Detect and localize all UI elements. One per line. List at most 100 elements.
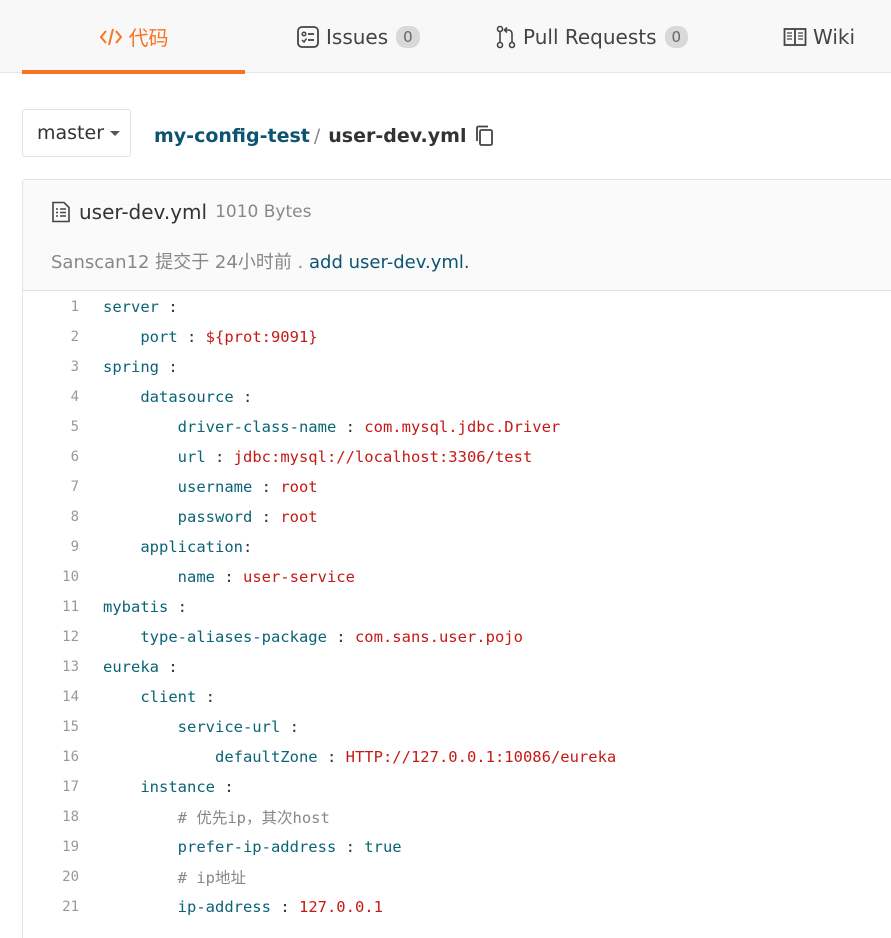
- tab-pull-requests[interactable]: Pull Requests 0: [495, 0, 689, 73]
- yaml-value: root: [280, 478, 318, 496]
- line-content: username : root: [79, 478, 318, 496]
- copy-icon[interactable]: [474, 124, 496, 148]
- active-tab-indicator: [22, 70, 245, 74]
- line-number[interactable]: 3: [23, 359, 79, 375]
- yaml-separator: :: [159, 658, 178, 676]
- yaml-separator: :: [270, 898, 299, 916]
- line-number[interactable]: 10: [23, 569, 79, 585]
- line-number[interactable]: 6: [23, 449, 79, 465]
- yaml-value: root: [280, 508, 318, 526]
- code-icon: [99, 26, 123, 48]
- yaml-key: type-aliases-package: [140, 628, 327, 646]
- line-content: url : jdbc:mysql://localhost:3306/test: [79, 448, 533, 466]
- code-comment: # ip地址: [177, 869, 246, 887]
- line-number[interactable]: 2: [23, 329, 79, 345]
- line-number[interactable]: 13: [23, 659, 79, 675]
- breadcrumb: my-config-test / user-dev.yml: [154, 118, 496, 154]
- yaml-key: driver-class-name: [177, 418, 337, 436]
- commit-message-link[interactable]: add user-dev.yml.: [309, 252, 470, 273]
- line-number[interactable]: 7: [23, 479, 79, 495]
- yaml-key: ip-address: [177, 898, 271, 916]
- line-content: server :: [79, 298, 178, 316]
- line-content: datasource :: [79, 388, 252, 406]
- yaml-separator: :: [252, 478, 281, 496]
- code-line: 6 url : jdbc:mysql://localhost:3306/test: [23, 442, 891, 472]
- line-number[interactable]: 18: [23, 809, 79, 825]
- line-content: # 优先ip，其次host: [79, 806, 330, 828]
- line-number[interactable]: 19: [23, 839, 79, 855]
- yaml-separator: :: [317, 748, 346, 766]
- code-line: 17 instance :: [23, 772, 891, 802]
- yaml-key: defaultZone: [214, 748, 318, 766]
- code-line: 8 password : root: [23, 502, 891, 532]
- line-number[interactable]: 8: [23, 509, 79, 525]
- yaml-separator: :: [196, 688, 215, 706]
- branch-selector[interactable]: master: [22, 109, 131, 157]
- code-comment: # 优先ip，其次host: [177, 809, 330, 827]
- breadcrumb-repo-link[interactable]: my-config-test: [154, 125, 310, 147]
- code-view: 1 server :2 port : ${prot:9091} 3 spring :4…: [23, 292, 891, 922]
- tab-issues[interactable]: Issues 0: [296, 0, 420, 73]
- yaml-key: client: [140, 688, 197, 706]
- code-line: 14 client :: [23, 682, 891, 712]
- yaml-separator: :: [233, 388, 253, 406]
- line-content: type-aliases-package : com.sans.user.poj…: [79, 628, 523, 646]
- line-number[interactable]: 5: [23, 419, 79, 435]
- yaml-value: jdbc:mysql://localhost:3306/test: [233, 448, 533, 466]
- yaml-value: user-service: [242, 568, 355, 586]
- book-icon: [783, 27, 807, 47]
- yaml-separator: :: [214, 568, 243, 586]
- repo-tab-bar: 代码 Issues 0 Pull Requests 0 Wiki: [0, 0, 891, 74]
- line-number[interactable]: 4: [23, 389, 79, 405]
- line-number[interactable]: 21: [23, 899, 79, 915]
- yaml-key: eureka: [103, 658, 159, 676]
- line-content: defaultZone : HTTP://127.0.0.1:10086/eur…: [79, 748, 616, 766]
- code-line: 13 eureka :: [23, 652, 891, 682]
- breadcrumb-separator: /: [313, 125, 321, 147]
- code-line: 9 application:: [23, 532, 891, 562]
- tab-pull-requests-label: Pull Requests: [523, 24, 657, 49]
- line-number[interactable]: 16: [23, 749, 79, 765]
- tab-code[interactable]: 代码: [22, 0, 245, 74]
- line-content: driver-class-name : com.mysql.jdbc.Drive…: [79, 418, 561, 436]
- code-line: 18 # 优先ip，其次host: [23, 802, 891, 832]
- line-content: mybatis :: [79, 598, 187, 616]
- yaml-separator: :: [336, 418, 365, 436]
- file-size: 1010 Bytes: [215, 202, 312, 222]
- file-title: user-dev.yml 1010 Bytes: [51, 200, 311, 224]
- line-number[interactable]: 15: [23, 719, 79, 735]
- yaml-key: prefer-ip-address: [177, 838, 337, 856]
- yaml-value: ${prot:9091}: [205, 328, 318, 346]
- line-content: eureka :: [79, 658, 178, 676]
- code-line: 16 defaultZone : HTTP://127.0.0.1:10086/…: [23, 742, 891, 772]
- file-icon: [51, 201, 71, 223]
- tab-wiki-label: Wiki: [813, 24, 856, 49]
- line-number[interactable]: 20: [23, 869, 79, 885]
- yaml-value: com.mysql.jdbc.Driver: [364, 418, 561, 436]
- line-content: port : ${prot:9091}: [79, 328, 318, 346]
- line-number[interactable]: 12: [23, 629, 79, 645]
- line-number[interactable]: 9: [23, 539, 79, 555]
- yaml-key: port: [140, 328, 178, 346]
- line-number[interactable]: 11: [23, 599, 79, 615]
- line-number[interactable]: 17: [23, 779, 79, 795]
- yaml-key: datasource: [140, 388, 234, 406]
- line-number[interactable]: 14: [23, 689, 79, 705]
- code-line: 5 driver-class-name : com.mysql.jdbc.Dri…: [23, 412, 891, 442]
- yaml-separator: :: [214, 778, 234, 796]
- code-line: 2 port : ${prot:9091}: [23, 322, 891, 352]
- line-number[interactable]: 1: [23, 299, 79, 315]
- yaml-value: 127.0.0.1: [298, 898, 383, 916]
- yaml-key: mybatis: [103, 598, 169, 616]
- commit-info: Sanscan12 提交于 24小时前 . add user-dev.yml.: [51, 248, 470, 274]
- tab-wiki[interactable]: Wiki: [783, 0, 855, 73]
